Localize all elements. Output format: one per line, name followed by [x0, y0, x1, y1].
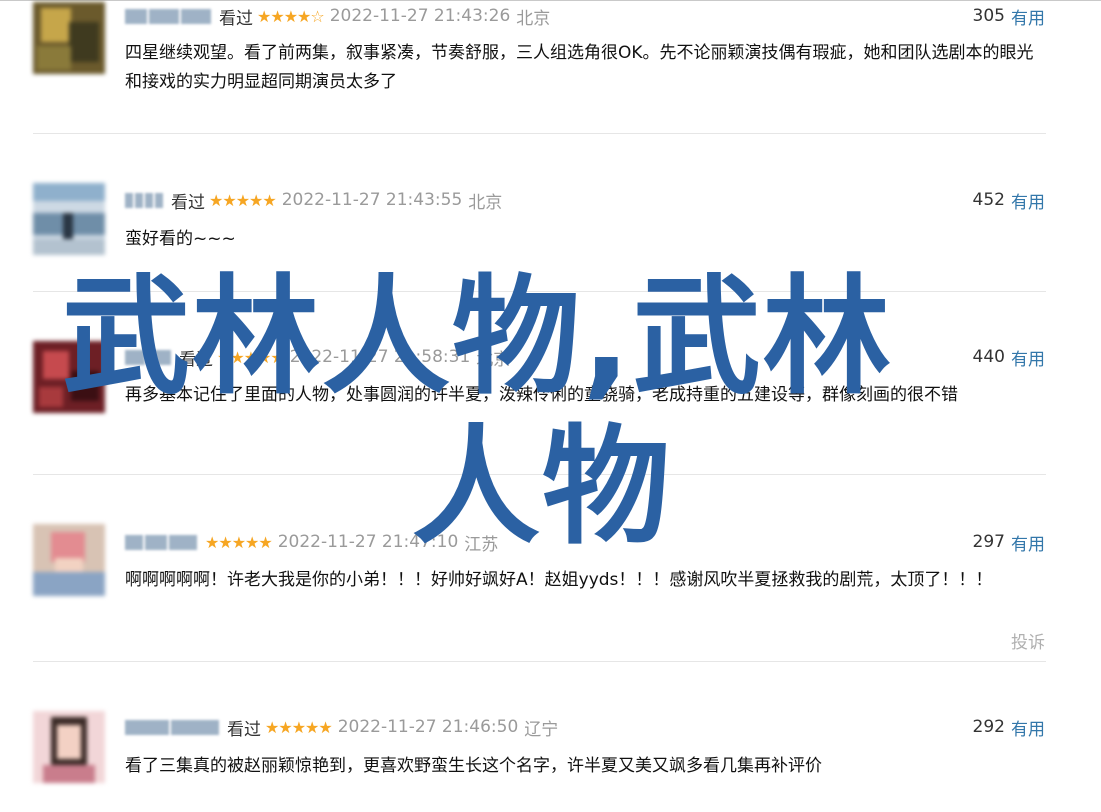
vote-area: 297 有用	[973, 528, 1045, 556]
comment-time: 2022-11-27 21:46:50	[337, 717, 519, 737]
comment-meta: 看过 ★★★★★ 2022-11-27 21:46:50 辽宁	[125, 713, 558, 741]
useful-button[interactable]: 有用	[1011, 345, 1045, 370]
comment-meta: 看过 ★★★★★ 2022-11-27 21:58:31 北京	[125, 343, 510, 371]
user-avatar[interactable]	[33, 341, 105, 413]
rating-stars: ★★★★★	[217, 347, 285, 367]
vote-count: 292	[972, 717, 1005, 737]
useful-button[interactable]: 有用	[1011, 715, 1045, 740]
rating-stars: ★★★★★	[209, 190, 277, 210]
user-avatar[interactable]	[33, 524, 105, 596]
vote-count: 440	[972, 347, 1005, 367]
comment-meta: 看过 ★★★★★ 2022-11-27 21:47:10 江苏	[125, 528, 498, 556]
comment-meta: 看过 ★★★★★ 2022-11-27 21:43:55 北京	[125, 186, 502, 214]
comment-location: 江苏	[464, 534, 499, 555]
comment-meta: 看过 ★★★★☆ 2022-11-27 21:43:26 北京	[125, 2, 550, 30]
vote-area: 305 有用	[973, 2, 1045, 30]
user-avatar[interactable]	[33, 183, 105, 255]
comment-location: 辽宁	[524, 719, 559, 740]
comment-time: 2022-11-27 21:47:10	[277, 532, 459, 552]
rating-stars: ★★★★★	[205, 532, 273, 552]
comment-text: 四星继续观望。看了前两集，叙事紧凑，节奏舒服，三人组选角很OK。先不论丽颖演技偶…	[125, 43, 1034, 92]
vote-count: 305	[972, 6, 1005, 26]
comment-time: 2022-11-27 21:43:55	[281, 190, 463, 210]
comment-divider	[33, 291, 1046, 292]
vote-area: 452 有用	[973, 186, 1045, 214]
username[interactable]	[125, 8, 211, 24]
watermark-title: 武林人物,武林 人物	[0, 268, 1101, 568]
comment-text: 蛮好看的~~~	[125, 229, 236, 249]
comment-location: 北京	[468, 192, 503, 213]
vote-area: 292 有用	[973, 713, 1045, 741]
watched-label: 看过	[171, 192, 205, 213]
comment-text: 再多基本记住了里面的人物，处事圆润的许半夏，泼辣伶俐的童骁骑，老成持重的五建设等…	[125, 385, 958, 405]
top-border	[0, 0, 1101, 1]
comment-divider	[33, 661, 1046, 662]
username[interactable]	[125, 349, 171, 365]
username[interactable]	[125, 719, 219, 735]
vote-area: 440 有用	[973, 343, 1045, 371]
vote-count: 452	[972, 190, 1005, 210]
watched-label: 看过	[179, 349, 213, 370]
comment-location: 北京	[476, 349, 511, 370]
username[interactable]	[125, 192, 163, 208]
watched-label: 看过	[219, 8, 253, 29]
useful-button[interactable]: 有用	[1011, 4, 1045, 29]
username[interactable]	[125, 534, 197, 550]
rating-stars: ★★★★★	[265, 717, 333, 737]
rating-stars: ★★★★☆	[257, 6, 325, 26]
user-avatar[interactable]	[33, 2, 105, 74]
comment-text: 看了三集真的被赵丽颖惊艳到，更喜欢野蛮生长这个名字，许半夏又美又飒多看几集再补评…	[125, 756, 822, 776]
comment-location: 北京	[516, 8, 551, 29]
vote-count: 297	[972, 532, 1005, 552]
useful-button[interactable]: 有用	[1011, 188, 1045, 213]
comment-text: 啊啊啊啊啊！许老大我是你的小弟！！！好帅好飒好A！赵姐yyds！！！感谢风吹半夏…	[125, 570, 993, 590]
comment-divider	[33, 133, 1046, 134]
comment-time: 2022-11-27 21:43:26	[329, 6, 511, 26]
user-avatar[interactable]	[33, 711, 105, 783]
useful-button[interactable]: 有用	[1011, 530, 1045, 555]
report-button[interactable]: 投诉	[1011, 628, 1045, 653]
watched-label: 看过	[227, 719, 261, 740]
comment-time: 2022-11-27 21:58:31	[289, 347, 471, 367]
comment-divider	[33, 474, 1046, 475]
